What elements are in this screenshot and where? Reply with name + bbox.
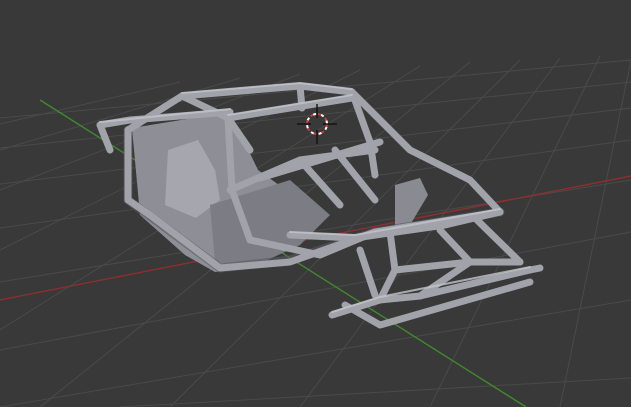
y-axis-line	[39, 99, 527, 407]
viewport-canvas[interactable]	[0, 0, 631, 407]
3d-viewport[interactable]	[0, 0, 631, 407]
roll-cage-model[interactable]	[96, 82, 544, 329]
floor-grid	[0, 55, 631, 407]
